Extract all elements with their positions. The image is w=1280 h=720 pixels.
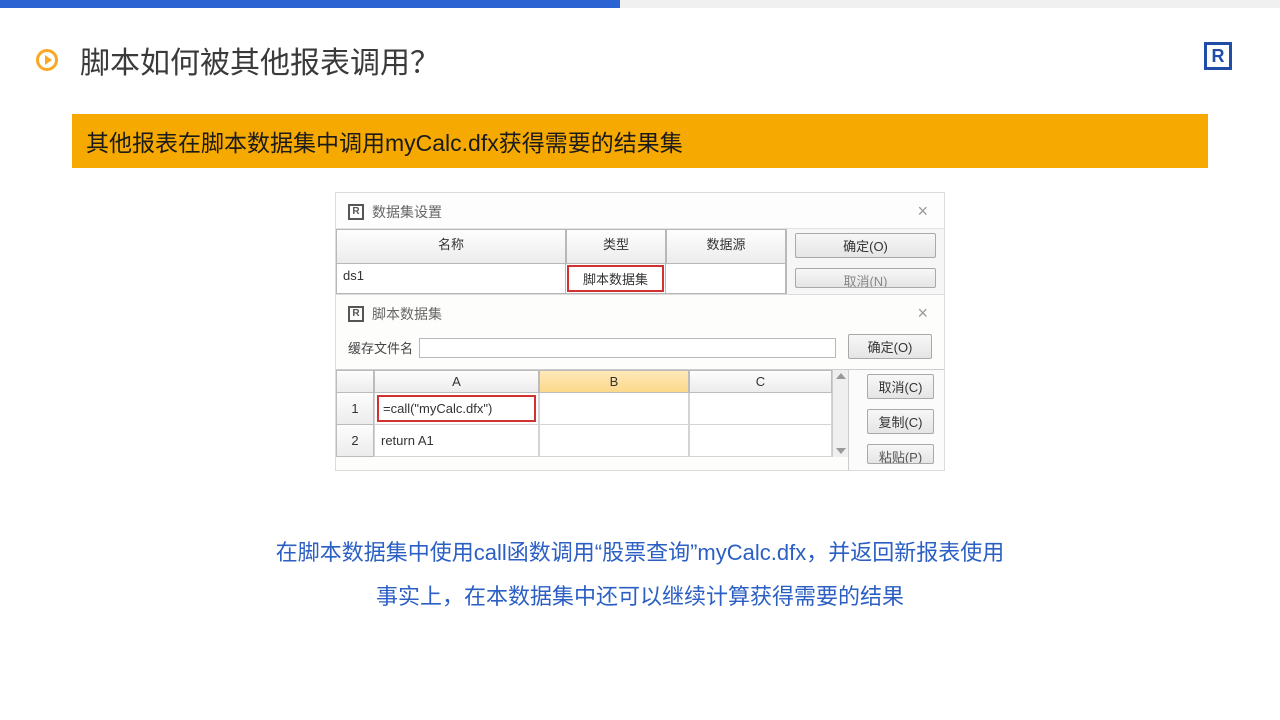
- dialog-script-dataset: R 脚本数据集 × 缓存文件名 确定(O) A B C: [336, 294, 944, 470]
- script-sheet: A B C 1 =call("myCalc.dfx"): [336, 369, 944, 470]
- col-header-name: 名称: [336, 229, 566, 264]
- sheet-corner: [336, 370, 374, 393]
- cell-B2[interactable]: [539, 425, 689, 457]
- title-row: 脚本如何被其他报表调用？: [0, 8, 1280, 82]
- outer-dialog-titlebar: R 数据集设置 ×: [336, 193, 944, 229]
- outer-cancel-area: 取消(N): [786, 264, 944, 294]
- row-1-header[interactable]: 1: [336, 393, 374, 425]
- accent-bar: [0, 0, 1280, 8]
- col-header-type: 类型: [566, 229, 666, 264]
- cancel-button[interactable]: 取消(C): [867, 374, 934, 399]
- sheet-header-row: A B C: [336, 370, 832, 393]
- page-title: 脚本如何被其他报表调用？: [80, 38, 440, 82]
- cell-A1[interactable]: =call("myCalc.dfx"): [374, 393, 539, 425]
- cache-file-label: 缓存文件名: [348, 338, 413, 357]
- cell-C1[interactable]: [689, 393, 832, 425]
- col-C-header[interactable]: C: [689, 370, 832, 393]
- dataset-name-cell: ds1: [336, 264, 566, 294]
- col-header-source: 数据源: [666, 229, 786, 264]
- sheet-row-1: 1 =call("myCalc.dfx"): [336, 393, 832, 425]
- scroll-up-icon[interactable]: [836, 373, 846, 379]
- dialog-datasets: R 数据集设置 × 名称 类型 数据源 确定(O) ds1 脚本数据集 取消(N…: [335, 192, 945, 471]
- paste-button-cut[interactable]: 粘贴(P): [867, 444, 934, 464]
- vertical-scrollbar[interactable]: [832, 370, 848, 457]
- col-B-header[interactable]: B: [539, 370, 689, 393]
- inner-dialog-buttons: 取消(C) 复制(C) 粘贴(P): [848, 370, 944, 470]
- outer-button-column: 确定(O): [786, 229, 944, 264]
- bullet-arrow-icon: [36, 49, 58, 71]
- app-icon: R: [348, 306, 364, 322]
- col-A-header[interactable]: A: [374, 370, 539, 393]
- cell-A2[interactable]: return A1: [374, 425, 539, 457]
- explanation-block: 在脚本数据集中使用call函数调用“股票查询”myCalc.dfx，并返回新报表…: [160, 531, 1120, 619]
- ok-button[interactable]: 确定(O): [795, 233, 936, 258]
- app-icon: R: [348, 204, 364, 220]
- inner-dialog-title: 脚本数据集: [372, 304, 442, 324]
- cancel-button-cut[interactable]: 取消(N): [795, 268, 936, 288]
- dataset-type-highlight: 脚本数据集: [567, 265, 664, 292]
- dataset-row[interactable]: ds1 脚本数据集 取消(N): [336, 264, 944, 294]
- sheet-row-2: 2 return A1: [336, 425, 832, 457]
- brand-logo-icon: R: [1204, 42, 1232, 70]
- cell-A1-highlight: =call("myCalc.dfx"): [377, 395, 536, 422]
- dataset-header-row: 名称 类型 数据源 确定(O): [336, 229, 944, 264]
- close-icon[interactable]: ×: [913, 303, 932, 324]
- row-2-header[interactable]: 2: [336, 425, 374, 457]
- cell-C2[interactable]: [689, 425, 832, 457]
- close-icon[interactable]: ×: [913, 201, 932, 222]
- cache-file-input[interactable]: [419, 338, 836, 358]
- explain-line-1: 在脚本数据集中使用call函数调用“股票查询”myCalc.dfx，并返回新报表…: [160, 531, 1120, 575]
- inner-dialog-titlebar: R 脚本数据集 ×: [336, 295, 944, 328]
- ok-button[interactable]: 确定(O): [848, 334, 932, 359]
- cell-B1[interactable]: [539, 393, 689, 425]
- highlight-banner: 其他报表在脚本数据集中调用myCalc.dfx获得需要的结果集: [72, 114, 1208, 168]
- dataset-source-cell: [666, 264, 786, 294]
- explain-line-2: 事实上，在本数据集中还可以继续计算获得需要的结果: [160, 575, 1120, 619]
- cache-file-row: 缓存文件名 确定(O): [336, 328, 944, 369]
- outer-dialog-title: 数据集设置: [372, 202, 442, 222]
- copy-button[interactable]: 复制(C): [867, 409, 934, 434]
- scroll-down-icon[interactable]: [836, 448, 846, 454]
- dataset-type-cell: 脚本数据集: [566, 264, 666, 294]
